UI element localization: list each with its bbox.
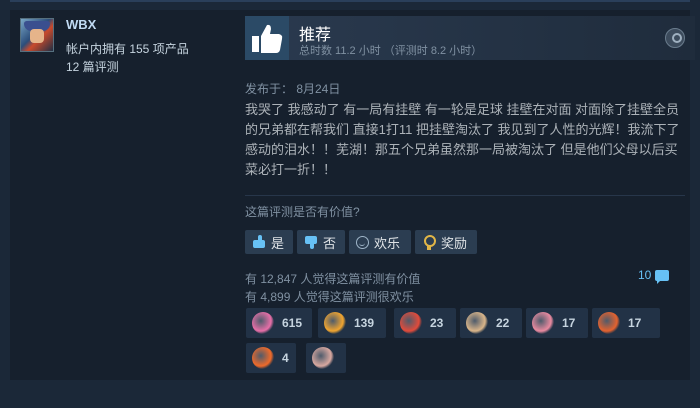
vote-yes-button[interactable]: 是 (245, 230, 293, 254)
award-chip[interactable]: 17 (592, 308, 660, 338)
vote-no-label: 否 (323, 235, 337, 251)
award-chip[interactable]: 4 (246, 343, 296, 373)
vote-funny-button[interactable]: 欢乐 (349, 230, 411, 254)
scroll-award-icon (466, 312, 488, 334)
avatar[interactable] (20, 18, 54, 52)
award-ribbon-icon (422, 235, 436, 250)
award-chip[interactable]: 23 (394, 308, 456, 338)
review-card: WBX 帐户内拥有 155 项产品 12 篇评测 推荐 总时数 11.2 小时 … (10, 10, 695, 380)
award-count: 139 (354, 316, 375, 330)
award-button[interactable]: 奖励 (415, 230, 477, 254)
award-count: 22 (496, 316, 510, 330)
thumbs-up-icon (252, 235, 266, 249)
fish-award-icon (598, 312, 620, 334)
comment-icon (655, 269, 670, 284)
thumbs-down-icon (304, 235, 318, 249)
award-chip[interactable]: 17 (526, 308, 588, 338)
award-chip[interactable]: 615 (246, 308, 312, 338)
vote-yes-label: 是 (271, 235, 285, 251)
divider (245, 195, 685, 196)
award-count: 17 (562, 316, 576, 330)
found-helpful-count: 有 12,847 人觉得这篇评测有价值 (245, 272, 421, 286)
award-chip[interactable]: 22 (460, 308, 522, 338)
posted-date: 发布于： 8月24日 (245, 82, 341, 96)
award-label: 奖励 (441, 235, 468, 251)
smile-icon (356, 235, 369, 249)
review-text: 我哭了 我感动了 有一局有挂壁 有一轮是足球 挂壁在对面 对面除了挂壁全员的兄弟… (245, 102, 680, 177)
reviews-count[interactable]: 12 篇评测 (66, 58, 119, 75)
brain-award-icon (312, 347, 334, 369)
username[interactable]: WBX (66, 17, 96, 32)
products-owned[interactable]: 帐户内拥有 155 项产品 (66, 40, 189, 57)
review-header[interactable]: 推荐 总时数 11.2 小时 （评测时 8.2 小时） (245, 16, 695, 60)
comment-count: 10 (638, 268, 652, 282)
found-funny-count: 有 4,899 人觉得这篇评测很欢乐 (245, 290, 414, 304)
top-border (10, 0, 690, 2)
starstruck-award-icon (324, 312, 346, 334)
thumbs-up-icon (245, 16, 289, 60)
vote-no-button[interactable]: 否 (297, 230, 345, 254)
award-count: 4 (282, 351, 289, 365)
vote-funny-label: 欢乐 (374, 235, 401, 251)
fire-award-icon (252, 347, 274, 369)
award-count: 615 (282, 316, 303, 330)
award-count: 17 (628, 316, 642, 330)
helpful-question: 这篇评测是否有价值? (245, 205, 360, 219)
rooster-award-icon (400, 312, 422, 334)
steam-icon (665, 28, 685, 48)
review-hours: 总时数 11.2 小时 （评测时 8.2 小时） (299, 45, 483, 57)
pig-award-icon (532, 312, 554, 334)
award-chip[interactable]: 139 (318, 308, 386, 338)
award-count: 23 (430, 316, 444, 330)
comments-link[interactable]: 10 (638, 268, 670, 284)
award-chip[interactable] (306, 343, 346, 373)
heart-eyes-award-icon (252, 312, 274, 334)
